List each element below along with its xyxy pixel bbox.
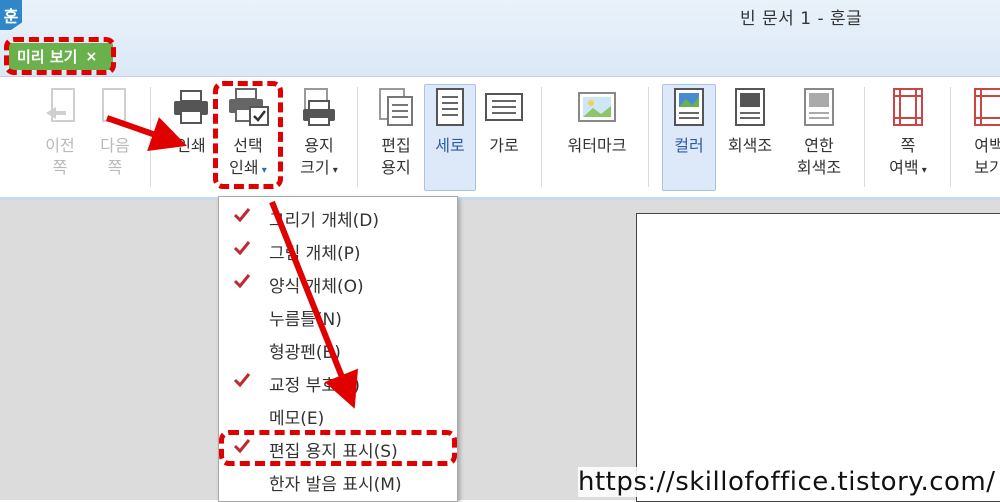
annotation-arrows: [106, 115, 359, 409]
arrow-to-show-edit-paper: [269, 200, 359, 409]
arrow-to-print: [106, 115, 187, 152]
watermark-url: https://skillofoffice.tistory.com/: [578, 467, 996, 497]
